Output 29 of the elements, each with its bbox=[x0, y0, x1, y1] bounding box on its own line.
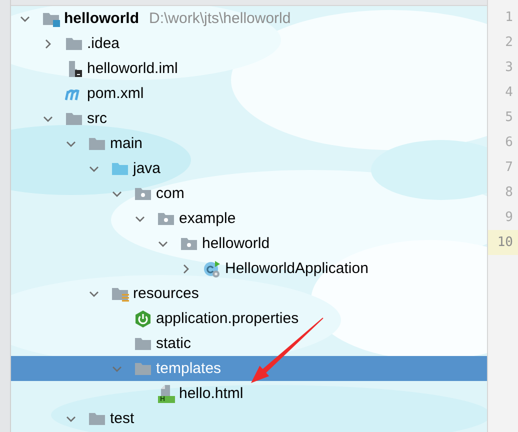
project-path: D:\work\jts\helloworld bbox=[149, 10, 291, 27]
line-number: 9 bbox=[504, 209, 514, 227]
line-number: 8 bbox=[504, 184, 514, 202]
tree-item-label[interactable]: HelloworldApplication bbox=[225, 260, 368, 277]
tree-item-label[interactable]: helloworld.iml bbox=[87, 60, 178, 77]
tree-item-label[interactable]: helloworld bbox=[64, 10, 139, 27]
line-number: 6 bbox=[504, 134, 514, 152]
line-number: 4 bbox=[504, 84, 514, 102]
line-number: 3 bbox=[504, 59, 514, 77]
tree-item-label[interactable]: resources bbox=[133, 285, 199, 302]
tree-item-label[interactable]: application.properties bbox=[156, 310, 299, 327]
class-icon bbox=[203, 260, 221, 278]
line-number: 7 bbox=[504, 159, 514, 177]
tree-item-label[interactable]: example bbox=[179, 210, 236, 227]
power-icon bbox=[134, 310, 152, 328]
tree-item-label[interactable]: helloworld bbox=[202, 235, 270, 252]
tree-item-label[interactable]: pom.xml bbox=[87, 85, 144, 102]
tree-item-label[interactable]: main bbox=[110, 135, 143, 152]
tree-item-label[interactable]: src bbox=[87, 110, 107, 127]
line-number: 1 bbox=[504, 9, 514, 27]
line-number: 5 bbox=[504, 109, 514, 127]
line-number: 2 bbox=[504, 34, 514, 52]
tree-item-label[interactable]: test bbox=[110, 410, 134, 427]
tree-item-label[interactable]: hello.html bbox=[179, 385, 244, 402]
line-number: 10 bbox=[488, 230, 518, 255]
tree-item-label[interactable]: .idea bbox=[87, 35, 120, 52]
tree-item-label[interactable]: static bbox=[156, 335, 192, 352]
tree-item-label[interactable]: java bbox=[133, 160, 161, 177]
tree-item-label[interactable]: com bbox=[156, 185, 184, 202]
